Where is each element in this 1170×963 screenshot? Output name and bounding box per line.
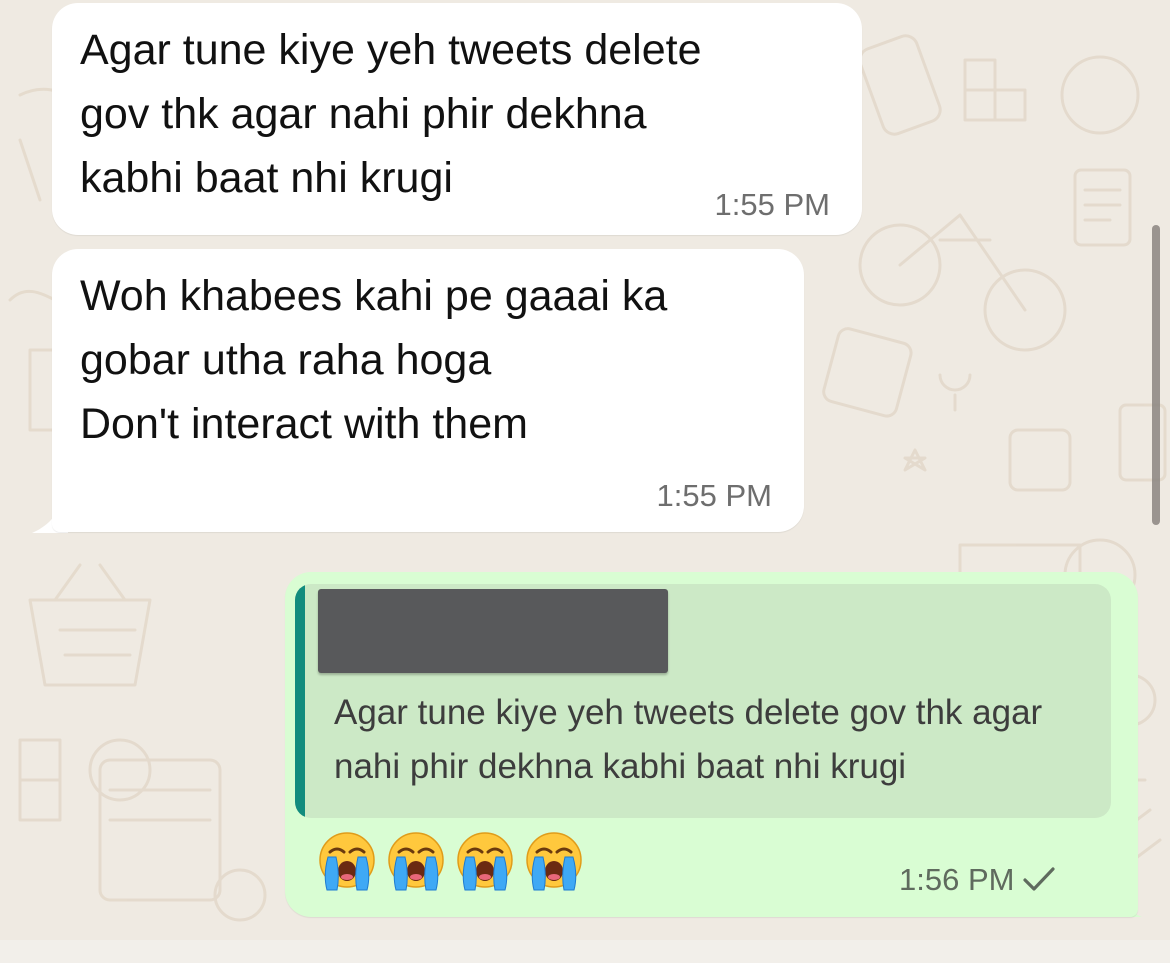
loudly-crying-face-icon [388,832,444,891]
emoji-message [315,830,586,894]
message-timestamp: 1:55 PM [656,478,772,513]
message-text: Agar tune kiye yeh tweets delete gov thk… [80,26,702,202]
incoming-message-bubble[interactable]: Agar tune kiye yeh tweets delete gov thk… [52,3,862,235]
loudly-crying-face-icon [457,832,513,891]
incoming-message-bubble[interactable]: Woh khabees kahi pe gaaai ka gobar utha … [52,249,804,532]
message-timestamp: 1:56 PM [899,862,1015,897]
quoted-reply[interactable]: Agar tune kiye yeh tweets delete gov thk… [295,584,1111,818]
single-check-icon [1023,867,1056,891]
message-text: Woh khabees kahi pe gaaai ka gobar utha … [80,272,668,448]
outgoing-message-bubble[interactable]: Agar tune kiye yeh tweets delete gov thk… [285,572,1138,917]
loudly-crying-face-icon [526,832,582,891]
bottom-edge [0,940,1170,963]
message-timestamp-row: 1:56 PM [899,862,1056,898]
quote-accent-bar [295,584,305,818]
redacted-sender-name [318,589,668,673]
chat-scrollbar[interactable] [1152,225,1160,525]
message-timestamp: 1:55 PM [714,187,830,222]
quoted-message-text: Agar tune kiye yeh tweets delete gov thk… [334,693,1043,786]
loudly-crying-face-icon [319,832,375,891]
